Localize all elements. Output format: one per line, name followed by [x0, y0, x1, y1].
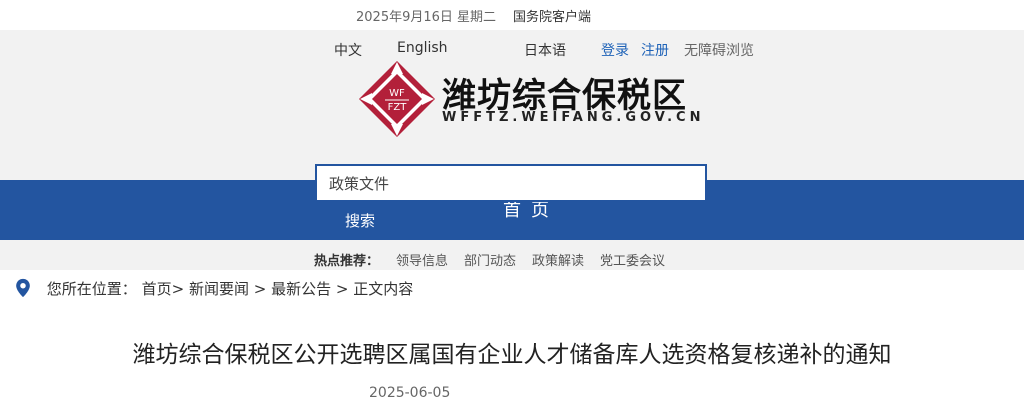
site-header: 中文 English 日本语 登录 注册 无障碍浏览 WF FZT 潍坊综合保税…: [0, 30, 1024, 180]
breadcrumb-separator: >: [253, 280, 267, 298]
search-input[interactable]: [315, 164, 707, 202]
state-council-client-link[interactable]: 国务院客户端: [513, 6, 591, 25]
site-logo-icon[interactable]: WF FZT: [358, 60, 436, 138]
hot-topics-bar: 热点推荐： 领导信息 部门动态 政策解读 党工委会议: [0, 240, 1024, 270]
current-weekday: 星期二: [457, 10, 497, 25]
breadcrumb-separator: >: [171, 280, 185, 298]
hot-topic-link[interactable]: 部门动态: [464, 250, 516, 269]
logo-text-bottom: FZT: [388, 102, 408, 113]
lang-japanese-link[interactable]: 日本语: [524, 40, 566, 60]
breadcrumb-home[interactable]: 首页: [142, 280, 172, 298]
hot-topic-link[interactable]: 党工委会议: [600, 250, 665, 269]
logo-text-top: WF: [389, 88, 405, 99]
article-date: 2025-06-05: [369, 385, 451, 401]
accessibility-link[interactable]: 无障碍浏览: [684, 40, 754, 60]
breadcrumb-news[interactable]: 新闻要闻: [189, 280, 249, 298]
current-date: 2025年9月16日: [356, 10, 453, 25]
location-pin-icon: [16, 278, 30, 298]
hot-topics-label: 热点推荐：: [314, 254, 380, 269]
register-link[interactable]: 注册: [641, 40, 669, 60]
search-button[interactable]: 搜索: [313, 202, 407, 240]
hot-topic-link[interactable]: 政策解读: [532, 250, 584, 269]
breadcrumb-current: 正文内容: [353, 280, 414, 298]
breadcrumb-separator: >: [335, 280, 349, 298]
article-title: 潍坊综合保税区公开选聘区属国有企业人才储备库人选资格复核递补的通知: [132, 342, 892, 368]
breadcrumb-prefix: 您所在位置：: [46, 280, 137, 298]
hot-topic-link[interactable]: 领导信息: [396, 250, 448, 269]
site-domain: WFFTZ.WEIFANG.GOV.CN: [442, 110, 705, 125]
breadcrumb: 您所在位置： 首页> 新闻要闻 > 最新公告 > 正文内容: [14, 278, 413, 299]
breadcrumb-notices[interactable]: 最新公告: [271, 280, 331, 298]
top-info-bar: 2025年9月16日 星期二 国务院客户端: [0, 0, 1024, 30]
lang-chinese-link[interactable]: 中文: [334, 40, 362, 60]
lang-english-link[interactable]: English: [397, 40, 448, 56]
login-link[interactable]: 登录: [601, 40, 629, 60]
